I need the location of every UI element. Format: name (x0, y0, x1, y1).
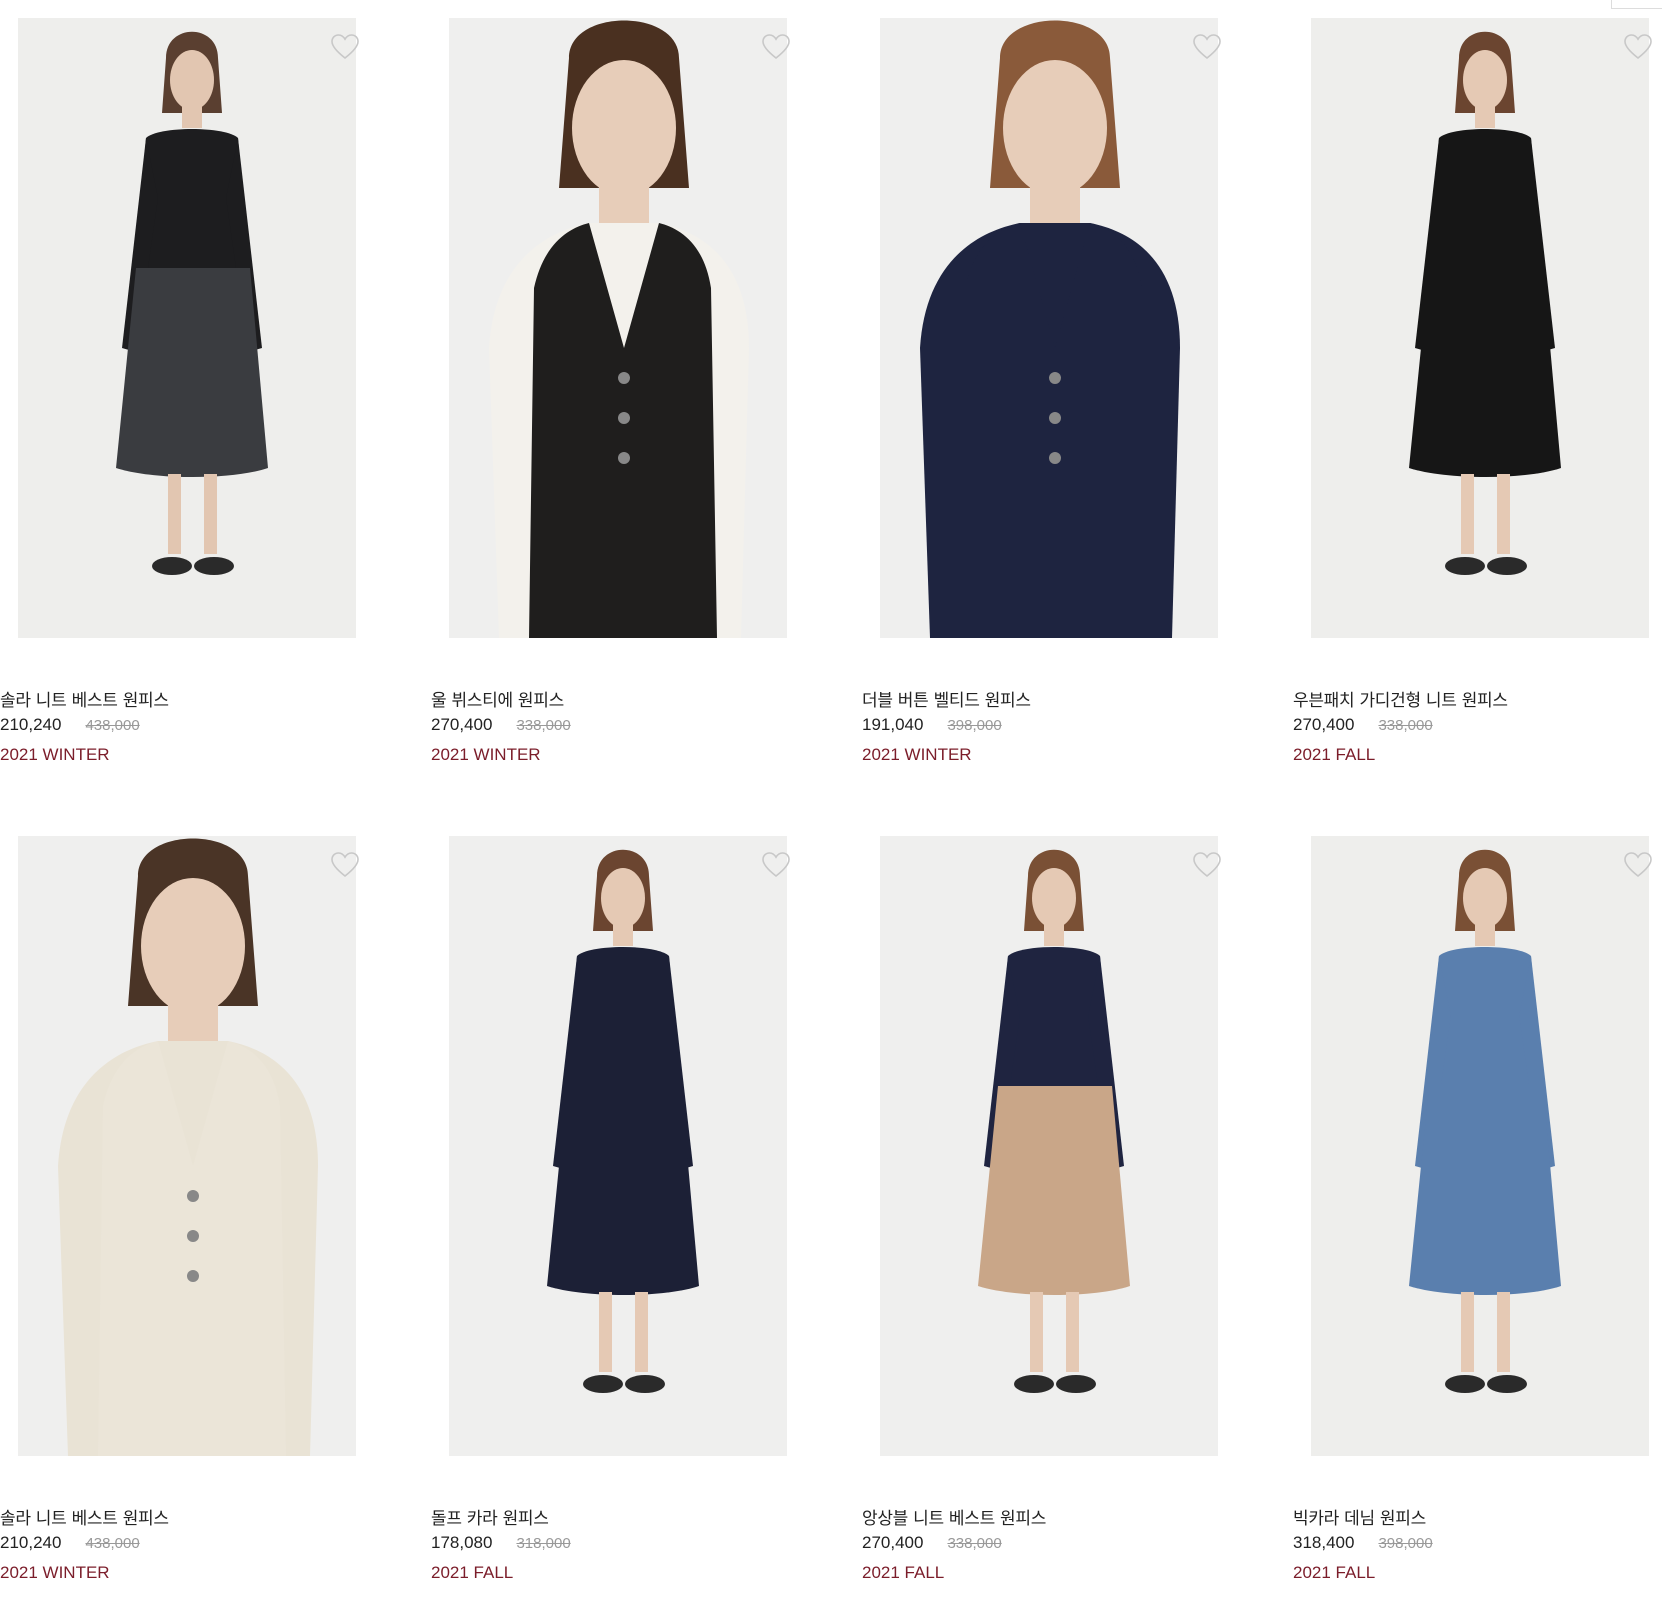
product-name[interactable]: 더블 버튼 벨티드 원피스 (862, 686, 1031, 711)
price-row: 210,240 438,000 (0, 715, 140, 735)
season-label: 2021 WINTER (0, 745, 110, 764)
sale-price: 270,400 (1293, 715, 1355, 734)
product-name[interactable]: 솔라 니트 베스트 원피스 (0, 686, 169, 711)
product-name[interactable]: 우븐패치 가디건형 니트 원피스 (1293, 686, 1508, 711)
product-image[interactable] (880, 18, 1218, 638)
price-row: 318,400 398,000 (1293, 1533, 1433, 1553)
original-price: 338,000 (947, 1535, 1002, 1552)
product-name[interactable]: 돌프 카라 원피스 (431, 1504, 549, 1529)
product-image[interactable] (1311, 18, 1649, 638)
heart-outline-icon[interactable] (1192, 32, 1222, 62)
product-image[interactable] (880, 836, 1218, 1456)
season-label: 2021 FALL (431, 1563, 514, 1582)
product-grid: 솔라 니트 베스트 원피스 210,240 438,000 2021 WINTER 울… (0, 0, 1662, 1606)
product-name[interactable]: 앙상블 니트 베스트 원피스 (862, 1504, 1046, 1529)
price-row: 191,040 398,000 (862, 715, 1002, 735)
price-row: 270,400 338,000 (431, 715, 571, 735)
price-row: 178,080 318,000 (431, 1533, 571, 1553)
price-row: 270,400 338,000 (1293, 715, 1433, 735)
product-image[interactable] (449, 836, 787, 1456)
product-name[interactable]: 울 뷔스티에 원피스 (431, 686, 564, 711)
original-price: 338,000 (1378, 717, 1433, 734)
sale-price: 191,040 (862, 715, 924, 734)
season-label: 2021 FALL (1293, 745, 1376, 764)
original-price: 398,000 (1378, 1535, 1433, 1552)
season-label: 2021 WINTER (0, 1563, 110, 1582)
sale-price: 270,400 (862, 1533, 924, 1552)
season-label: 2021 FALL (1293, 1563, 1376, 1582)
original-price: 438,000 (85, 717, 140, 734)
heart-outline-icon[interactable] (761, 850, 791, 880)
original-price: 398,000 (947, 717, 1002, 734)
product-image[interactable] (449, 18, 787, 638)
price-row: 270,400 338,000 (862, 1533, 1002, 1553)
original-price: 438,000 (85, 1535, 140, 1552)
sale-price: 178,080 (431, 1533, 493, 1552)
product-image[interactable] (1311, 836, 1649, 1456)
original-price: 318,000 (516, 1535, 571, 1552)
heart-outline-icon[interactable] (1192, 850, 1222, 880)
season-label: 2021 WINTER (431, 745, 541, 764)
product-name[interactable]: 빅카라 데님 원피스 (1293, 1504, 1426, 1529)
season-label: 2021 WINTER (862, 745, 972, 764)
sale-price: 210,240 (0, 715, 62, 734)
product-image[interactable] (18, 836, 356, 1456)
product-name[interactable]: 솔라 니트 베스트 원피스 (0, 1504, 169, 1529)
heart-outline-icon[interactable] (1623, 32, 1653, 62)
product-image[interactable] (18, 18, 356, 638)
price-row: 210,240 438,000 (0, 1533, 140, 1553)
season-label: 2021 FALL (862, 1563, 945, 1582)
heart-outline-icon[interactable] (330, 32, 360, 62)
heart-outline-icon[interactable] (1623, 850, 1653, 880)
heart-outline-icon[interactable] (330, 850, 360, 880)
sale-price: 210,240 (0, 1533, 62, 1552)
corner-box (1611, 0, 1662, 9)
original-price: 338,000 (516, 717, 571, 734)
heart-outline-icon[interactable] (761, 32, 791, 62)
sale-price: 270,400 (431, 715, 493, 734)
sale-price: 318,400 (1293, 1533, 1355, 1552)
